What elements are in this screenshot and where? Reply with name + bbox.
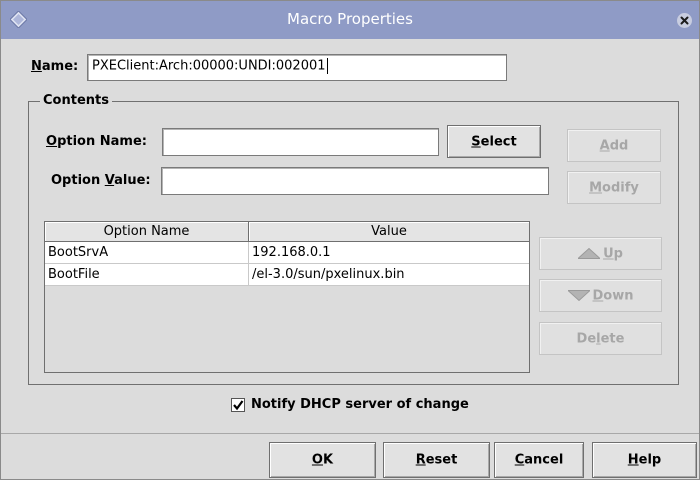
down-arrow-icon — [567, 290, 590, 302]
select-button[interactable]: Select — [447, 125, 541, 158]
checkmark-icon — [233, 400, 244, 411]
modify-button[interactable]: Modify — [567, 171, 661, 204]
delete-button[interactable]: Delete — [539, 322, 662, 355]
footer-divider — [1, 433, 699, 434]
text-caret — [326, 58, 328, 74]
option-name-label: Option Name: — [46, 134, 147, 149]
close-icon[interactable] — [677, 13, 692, 28]
option-value-label: Option Value: — [51, 173, 151, 188]
ok-button[interactable]: OK — [269, 442, 376, 478]
name-label: Name: — [31, 59, 79, 74]
macro-properties-dialog: Macro Properties Name: PXEClient:Arch:00… — [0, 0, 700, 480]
move-up-button[interactable]: Up — [539, 237, 662, 270]
notify-dhcp-label[interactable]: Notify DHCP server of change — [251, 397, 469, 412]
table-cell-option-name: BootFile — [45, 264, 249, 286]
help-button[interactable]: Help — [592, 442, 697, 478]
move-down-button[interactable]: Down — [539, 279, 662, 312]
up-arrow-icon — [578, 247, 601, 259]
cancel-button[interactable]: Cancel — [494, 442, 584, 478]
reset-button[interactable]: Reset — [383, 442, 490, 478]
column-header-option-name[interactable]: Option Name — [45, 222, 249, 242]
notify-dhcp-checkbox[interactable] — [231, 398, 245, 412]
add-button[interactable]: Add — [567, 129, 661, 162]
table-row[interactable]: BootSrvA 192.168.0.1 — [45, 242, 529, 264]
name-input-value: PXEClient:Arch:00000:UNDI:002001 — [92, 58, 326, 74]
table-row[interactable]: BootFile /el-3.0/sun/pxelinux.bin — [45, 264, 529, 286]
window-title: Macro Properties — [287, 10, 413, 28]
name-input[interactable]: PXEClient:Arch:00000:UNDI:002001 — [87, 54, 507, 81]
option-name-input[interactable] — [162, 128, 439, 156]
contents-group-title: Contents — [40, 93, 112, 108]
option-value-input[interactable] — [161, 167, 549, 195]
table-cell-value: 192.168.0.1 — [252, 245, 331, 260]
table-cell-value: /el-3.0/sun/pxelinux.bin — [252, 267, 405, 282]
options-table[interactable]: Option Name Value BootSrvA 192.168.0.1 B… — [44, 221, 530, 373]
title-bar[interactable]: Macro Properties — [1, 1, 699, 39]
table-cell-option-name: BootSrvA — [45, 242, 249, 264]
column-header-value[interactable]: Value — [249, 222, 529, 242]
